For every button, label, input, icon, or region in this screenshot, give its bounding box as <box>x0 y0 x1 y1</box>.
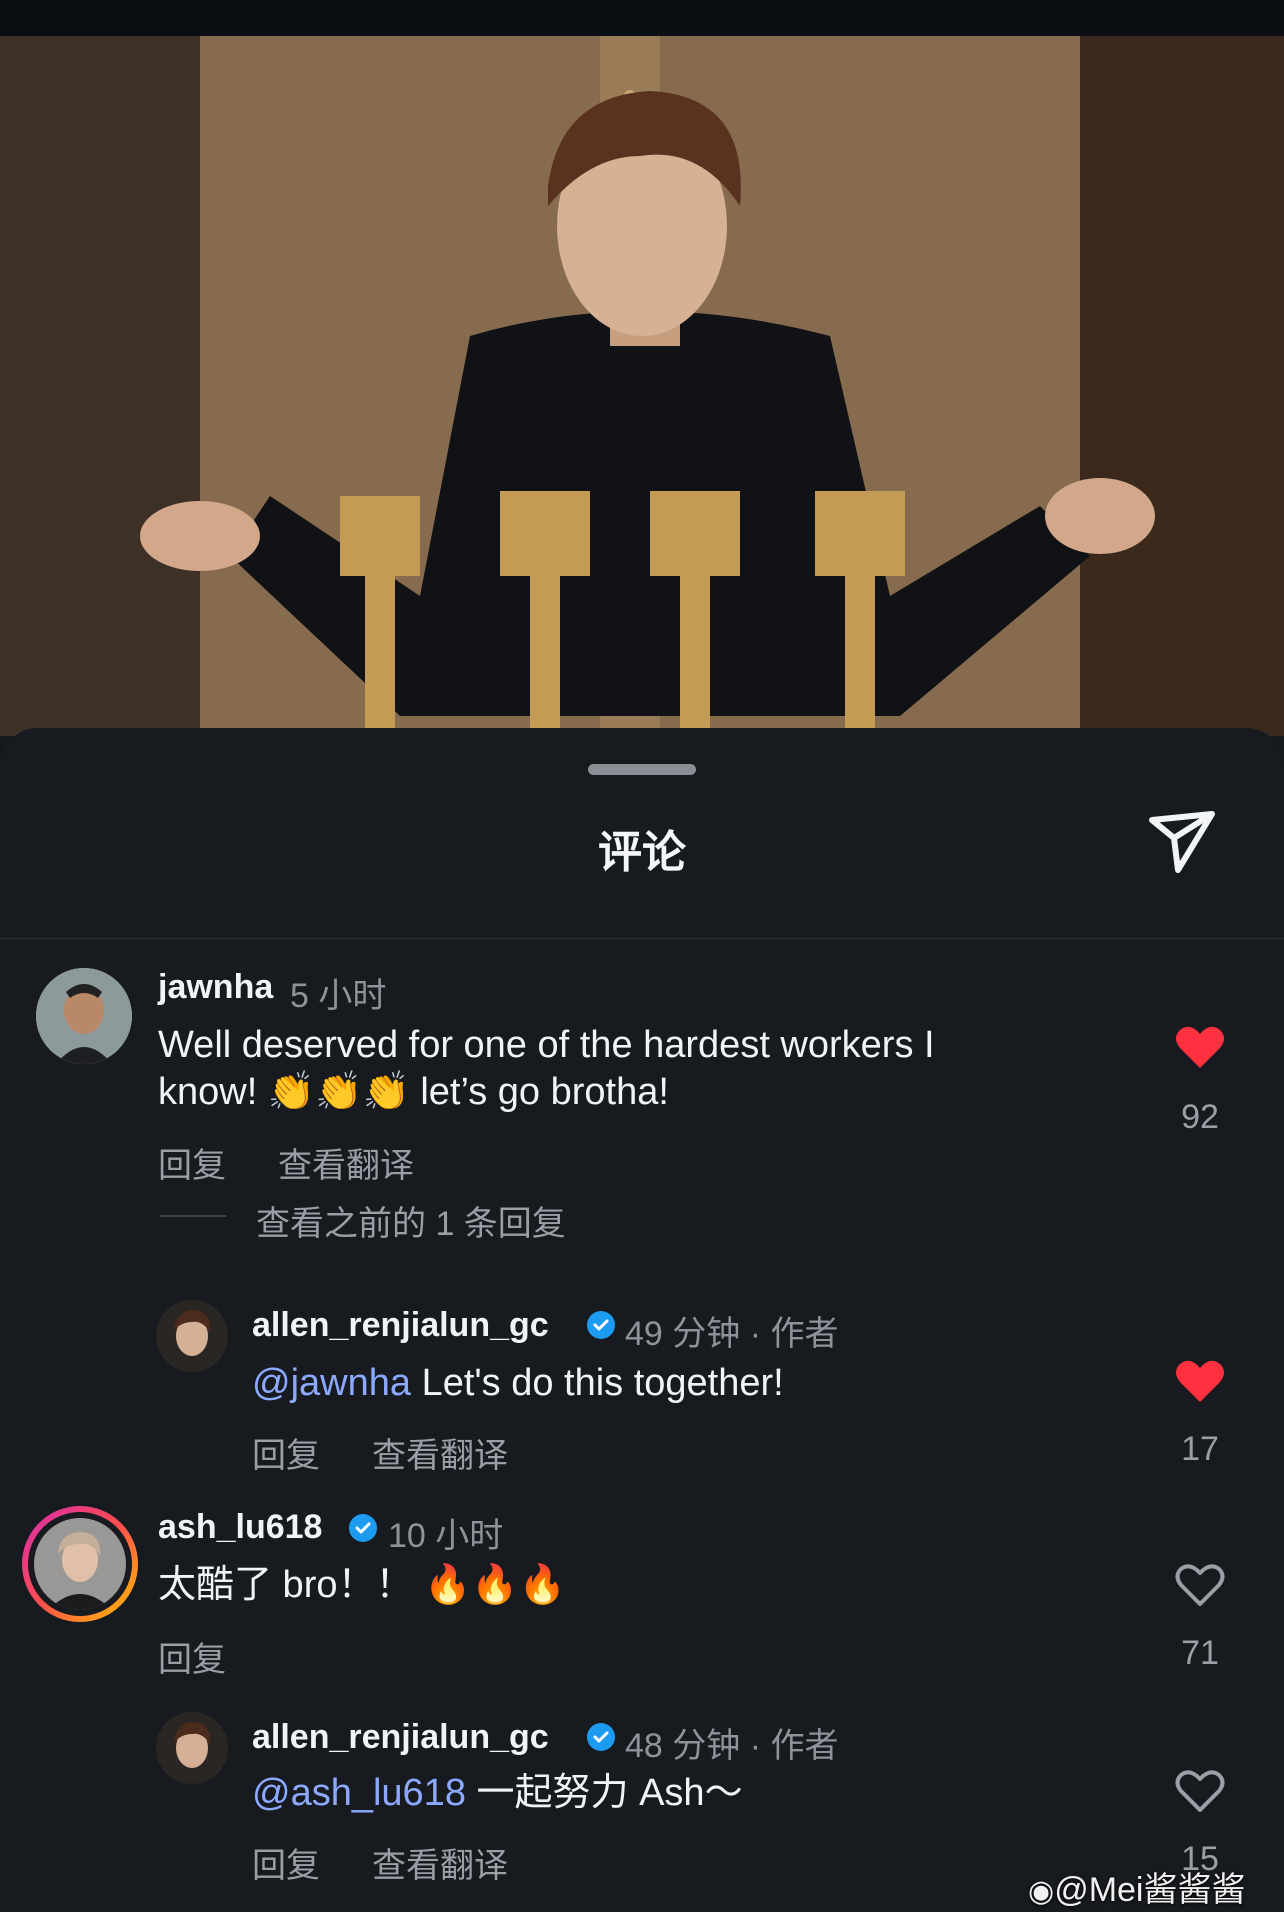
comment-time: 48 分钟 · 作者 <box>625 1727 839 1765</box>
avatar-image <box>36 968 132 1064</box>
photo-illustration <box>0 36 1284 736</box>
comment-time: 5 小时 <box>290 977 387 1015</box>
like-count: 17 <box>1181 1430 1219 1468</box>
comment-text-line1: Well deserved for one of the hardest wor… <box>158 1024 935 1066</box>
story-ring-avatar[interactable] <box>22 1506 138 1622</box>
watermark: ◉@Mei酱酱酱 <box>1028 1862 1246 1911</box>
reply-button[interactable]: 回复 <box>158 1632 226 1681</box>
avatar-image <box>156 1712 228 1784</box>
comment-username[interactable]: ash_lu618 <box>158 1508 322 1547</box>
watermark-text: @Mei酱酱酱 <box>1054 1871 1246 1909</box>
avatar[interactable] <box>156 1300 228 1372</box>
send-icon[interactable] <box>1146 808 1218 874</box>
post-photo <box>0 36 1284 736</box>
mention-link[interactable]: @jawnha <box>252 1362 411 1404</box>
comment-text-line2: know! 👏👏👏 let’s go brotha! <box>158 1071 669 1113</box>
status-bar <box>0 0 1284 36</box>
reply-button[interactable]: 回复 <box>158 1138 226 1187</box>
comment-time: 49 分钟 · 作者 <box>625 1315 839 1353</box>
weibo-icon: ◉ <box>1028 1875 1055 1908</box>
heart-outline-icon[interactable] <box>1174 1562 1226 1608</box>
view-previous-replies[interactable]: 查看之前的 1 条回复 <box>256 1196 566 1245</box>
translate-button[interactable]: 查看翻译 <box>372 1428 508 1477</box>
sheet-title: 评论 <box>598 828 686 877</box>
translate-button[interactable]: 查看翻译 <box>278 1138 414 1187</box>
verified-badge-icon <box>587 1311 615 1339</box>
avatar-image <box>34 1518 126 1610</box>
avatar-image <box>156 1300 228 1372</box>
drag-handle[interactable] <box>588 764 696 775</box>
comment-text-body: 一起努力 Ash～ <box>476 1772 743 1814</box>
comment-username[interactable]: jawnha <box>158 968 273 1007</box>
like-count: 71 <box>1181 1634 1219 1672</box>
comment-text: 太酷了 bro！！ 🔥🔥🔥 <box>158 1564 566 1606</box>
comment-time: 10 小时 <box>388 1517 504 1555</box>
avatar[interactable] <box>156 1712 228 1784</box>
verified-badge-icon <box>349 1514 377 1542</box>
avatar[interactable] <box>36 968 132 1064</box>
translate-button[interactable]: 查看翻译 <box>372 1838 508 1887</box>
replies-divider <box>160 1215 226 1217</box>
comment-text-body: Let's do this together! <box>421 1362 784 1404</box>
comment-text: @jawnha Let's do this together! <box>252 1360 784 1407</box>
heart-filled-icon[interactable] <box>1174 1024 1226 1070</box>
comment-text: @ash_lu618 一起努力 Ash～ <box>252 1770 743 1817</box>
verified-badge-icon <box>587 1723 615 1751</box>
reply-button[interactable]: 回复 <box>252 1428 320 1477</box>
reply-button[interactable]: 回复 <box>252 1838 320 1887</box>
mention-link[interactable]: @ash_lu618 <box>252 1772 466 1814</box>
comment-username[interactable]: allen_renjialun_gc <box>252 1306 549 1345</box>
header-divider <box>0 938 1284 939</box>
like-count: 92 <box>1181 1098 1219 1136</box>
comment-username[interactable]: allen_renjialun_gc <box>252 1718 549 1757</box>
heart-filled-icon[interactable] <box>1174 1358 1226 1404</box>
heart-outline-icon[interactable] <box>1174 1768 1226 1814</box>
